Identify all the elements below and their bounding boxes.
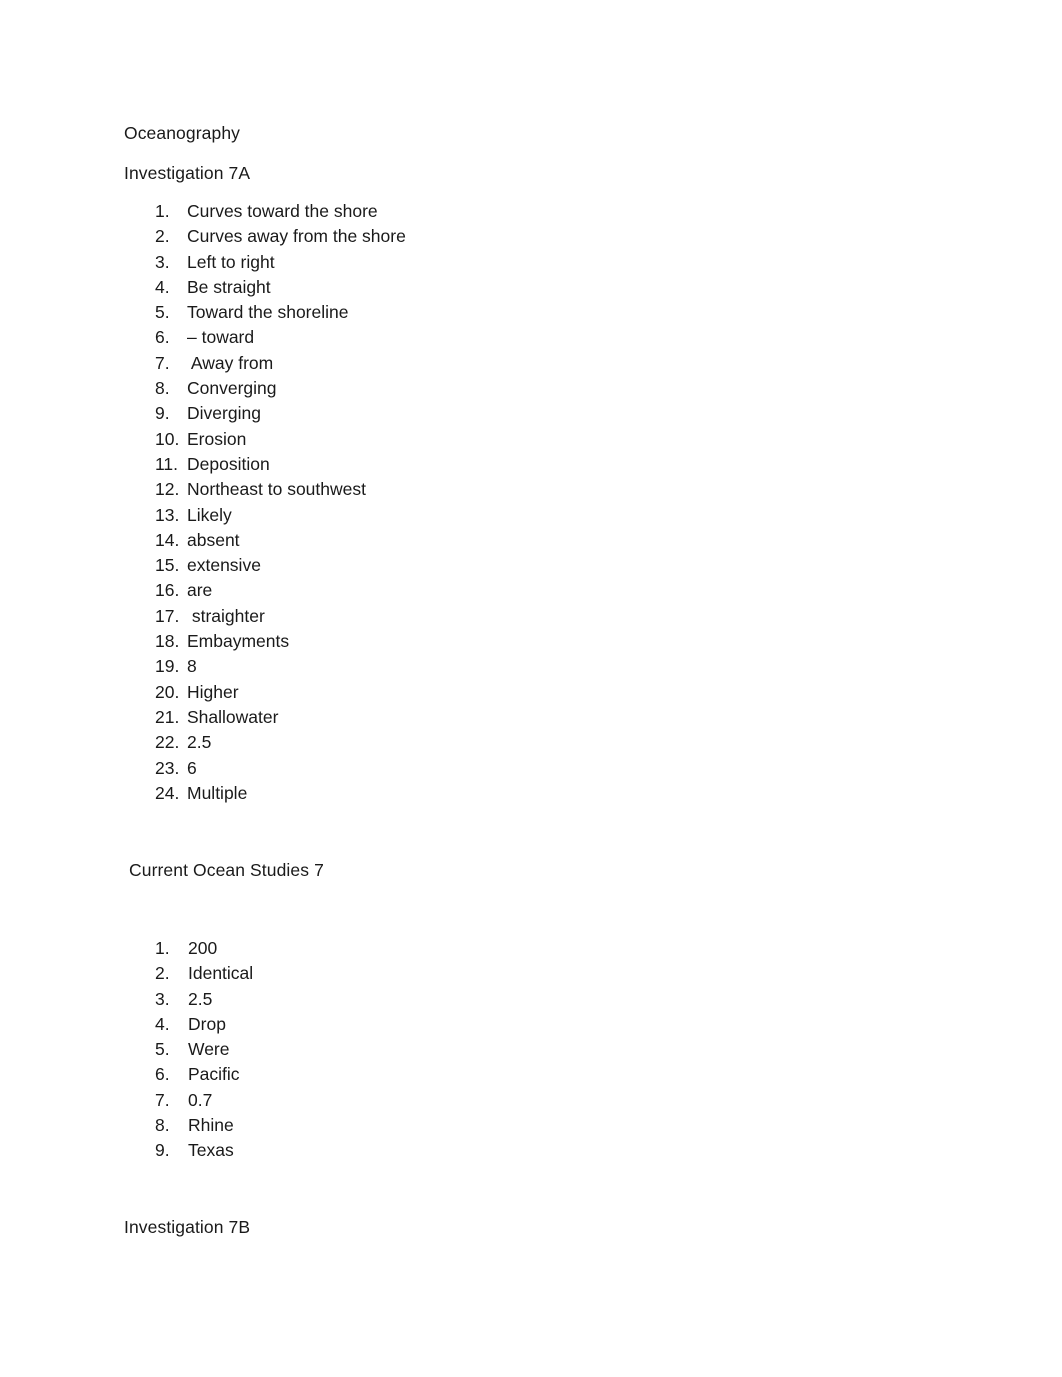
list-item-text: 200	[188, 938, 218, 958]
list-item-text: – toward	[187, 327, 255, 348]
list-item-text: Curves toward the shore	[187, 201, 378, 221]
list-item-number: 11.	[155, 453, 179, 474]
section-heading-investigation-7a: Investigation 7A	[124, 163, 251, 183]
list-item-number: 4.	[155, 1013, 170, 1034]
list-item-text: Identical	[188, 963, 254, 984]
list-item-text: Curves away from the shore	[187, 226, 406, 247]
list-item-number: 3.	[155, 988, 170, 1009]
list-item-text: Away from	[187, 352, 274, 373]
list-item-number: 23.	[155, 757, 180, 778]
list-item-text: Embayments	[187, 631, 290, 652]
list-item-number: 13.	[155, 504, 180, 525]
section-heading-investigation-7b: Investigation 7B	[124, 1217, 251, 1237]
list-item-number: 1.	[155, 938, 170, 958]
list-item-text: Texas	[188, 1140, 234, 1161]
list-item-number: 9.	[155, 1140, 170, 1161]
list-item-number: 10.	[155, 428, 180, 449]
list-item-number: 7.	[155, 352, 170, 373]
list-item-text: Multiple	[187, 782, 248, 803]
list-item-text: Be straight	[187, 276, 271, 297]
list-item-number: 21.	[155, 706, 180, 727]
list-item-number: 3.	[155, 251, 170, 272]
list-item-number: 8.	[155, 1115, 170, 1136]
list-item-number: 6.	[155, 1064, 170, 1085]
document-page: Oceanography Investigation 7A 1. Curves t…	[0, 0, 1062, 1377]
list-item-text: Pacific	[188, 1064, 240, 1085]
list-item-text: Likely	[187, 504, 232, 525]
list-item-number: 20.	[155, 681, 180, 702]
list-item-number: 5.	[155, 1039, 170, 1060]
list-item-number: 5.	[155, 302, 170, 323]
list-item-number: 14.	[155, 529, 180, 550]
list-item-number: 24.	[155, 782, 180, 803]
list-item-text: 8	[187, 656, 197, 677]
list-item-text: Northeast to southwest	[187, 479, 366, 500]
list-item-text: 2.5	[187, 732, 212, 753]
list-item-number: 22.	[155, 732, 180, 753]
list-item-number: 9.	[155, 403, 170, 424]
list-item-text: Erosion	[187, 428, 247, 449]
list-item-number: 6.	[155, 327, 170, 348]
list-item-text: Shallowater	[187, 706, 279, 727]
list-item-number: 4.	[155, 276, 170, 297]
list-item-text: extensive	[187, 555, 261, 576]
list-item-number: 12.	[155, 479, 180, 500]
list-item-text: Deposition	[187, 453, 270, 474]
list-item-text: 2.5	[188, 988, 213, 1009]
list-item-text: Diverging	[187, 403, 261, 424]
list-item-number: 8.	[155, 378, 170, 399]
page-title: Oceanography	[124, 123, 241, 143]
list-item-number: 2.	[155, 226, 170, 247]
list-item-text: Drop	[188, 1013, 226, 1034]
list-item-text: straighter	[187, 605, 265, 626]
list-item-text: are	[187, 580, 213, 601]
list-item-text: Left to right	[187, 251, 275, 272]
list-item-text: absent	[187, 529, 240, 550]
list-item-text: Converging	[187, 378, 277, 399]
list-item-text: Rhine	[188, 1115, 234, 1136]
section-heading-current-ocean-studies-7: Current Ocean Studies 7	[129, 860, 324, 880]
list-item-number: 18.	[155, 631, 180, 652]
list-item-text: Were	[188, 1039, 230, 1060]
list-item-text: 0.7	[188, 1089, 213, 1110]
list-item-text: Higher	[187, 681, 239, 702]
list-item-number: 17.	[155, 605, 180, 626]
list-item-number: 15.	[155, 555, 180, 576]
list-item-text: 6	[187, 757, 197, 778]
list-item-number: 19.	[155, 656, 180, 677]
list-item-number: 7.	[155, 1089, 170, 1110]
list-item-number: 16.	[155, 580, 180, 601]
list-item-number: 2.	[155, 963, 170, 984]
list-item-number: 1.	[155, 201, 170, 221]
list-item-text: Toward the shoreline	[187, 302, 349, 323]
